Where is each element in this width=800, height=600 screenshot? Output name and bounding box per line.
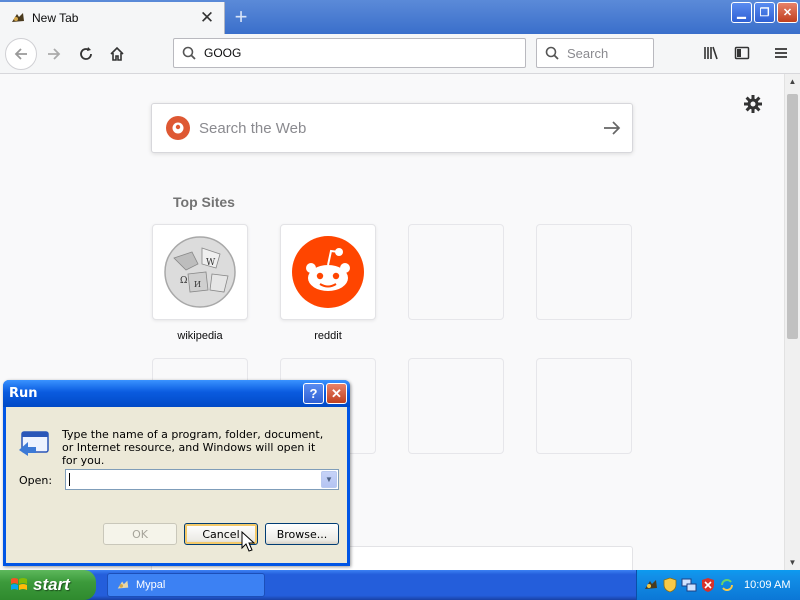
back-button[interactable] (5, 38, 37, 70)
open-label: Open: (19, 474, 53, 487)
top-site-empty[interactable] (536, 224, 632, 320)
arrow-left-icon (14, 48, 27, 60)
browse-button[interactable]: Browse... (265, 523, 339, 545)
scrollbar-thumb[interactable] (787, 94, 798, 339)
restore-button[interactable]: ❐ (754, 2, 775, 23)
run-dialog: Run ? ✕ Type the name of a program, fold… (3, 380, 350, 566)
mypal-tray-icon[interactable] (643, 577, 659, 593)
clock: 10:09 AM (744, 579, 791, 591)
hamburger-menu-icon (775, 48, 787, 58)
wikipedia-globe-icon: W Ω И (164, 236, 236, 308)
shield-icon[interactable] (662, 577, 678, 593)
search-placeholder: Search (567, 45, 609, 61)
nav-toolbar: GOOG Search (0, 34, 800, 74)
sidebar-button[interactable] (727, 38, 757, 68)
library-button[interactable] (696, 38, 726, 68)
reload-icon (80, 47, 92, 60)
reload-button[interactable] (70, 38, 102, 70)
top-site-empty[interactable] (408, 358, 504, 454)
mypal-icon (12, 13, 24, 22)
home-icon (110, 46, 124, 61)
mypal-icon (117, 580, 129, 589)
start-label: start (33, 575, 70, 594)
window-controls: ▁ ❐ ✕ (731, 2, 800, 23)
tab-title: New Tab (32, 11, 79, 25)
run-titlebar[interactable]: Run ? ✕ (3, 380, 350, 407)
ok-button[interactable]: OK (103, 523, 177, 545)
tab-close-icon[interactable]: ✕ (196, 7, 218, 29)
menu-button[interactable] (766, 38, 796, 68)
taskbar-item-label: Mypal (136, 579, 166, 591)
top-site-empty[interactable] (408, 224, 504, 320)
run-description: Type the name of a program, folder, docu… (62, 428, 324, 467)
start-button[interactable]: start (0, 570, 96, 600)
top-site-label: reddit (314, 330, 342, 342)
svg-text:W: W (206, 258, 216, 268)
run-title: Run (9, 386, 38, 401)
security-alert-icon[interactable] (700, 577, 716, 593)
reddit-alien-icon (292, 236, 364, 308)
chevron-down-icon[interactable]: ▼ (321, 471, 337, 488)
arrow-right-icon (48, 48, 61, 60)
scroll-down-icon[interactable]: ▼ (785, 555, 800, 570)
home-button[interactable] (101, 38, 133, 70)
top-site-empty[interactable] (536, 358, 632, 454)
top-site-reddit[interactable] (280, 224, 376, 320)
url-bar[interactable]: GOOG (173, 38, 526, 68)
network-icon[interactable] (681, 577, 697, 593)
page-scrollbar[interactable]: ▲ ▼ (784, 74, 800, 570)
sync-icon[interactable] (719, 577, 735, 593)
windows-logo-icon (11, 578, 27, 590)
tab-strip: New Tab ✕ + ▁ ❐ ✕ (0, 0, 800, 34)
minimize-button[interactable]: ▁ (731, 2, 752, 23)
top-sites-title: Top Sites (173, 194, 235, 210)
system-tray: 10:09 AM (636, 570, 800, 600)
top-site-label: wikipedia (177, 330, 223, 342)
search-icon (545, 46, 559, 60)
svg-text:Ω: Ω (180, 276, 187, 286)
gear-icon[interactable] (743, 94, 763, 114)
web-search-box[interactable]: Search the Web (151, 103, 633, 153)
svg-text:И: И (194, 280, 201, 289)
duckduckgo-icon (166, 116, 190, 140)
run-program-icon (19, 431, 49, 456)
open-combobox[interactable]: ▼ (65, 469, 339, 490)
web-search-placeholder: Search the Web (199, 119, 307, 137)
library-icon (704, 46, 718, 60)
text-caret (69, 473, 70, 486)
sidebar-icon (734, 46, 750, 60)
new-tab-button[interactable]: + (226, 2, 256, 32)
help-button[interactable]: ? (303, 383, 324, 404)
forward-button[interactable] (38, 38, 70, 70)
taskbar-item-mypal[interactable]: Mypal (107, 573, 265, 597)
close-window-button[interactable]: ✕ (777, 2, 798, 23)
arrow-right-icon[interactable] (592, 120, 632, 136)
search-bar[interactable]: Search (536, 38, 654, 68)
taskbar: start Mypal 10:09 AM (0, 570, 800, 600)
scroll-up-icon[interactable]: ▲ (785, 74, 800, 89)
close-dialog-button[interactable]: ✕ (326, 383, 347, 404)
top-site-wikipedia[interactable]: W Ω И (152, 224, 248, 320)
search-icon (182, 46, 196, 60)
url-text: GOOG (204, 46, 242, 60)
mouse-pointer-icon (241, 531, 256, 552)
tab-new-tab[interactable]: New Tab ✕ (0, 2, 225, 34)
